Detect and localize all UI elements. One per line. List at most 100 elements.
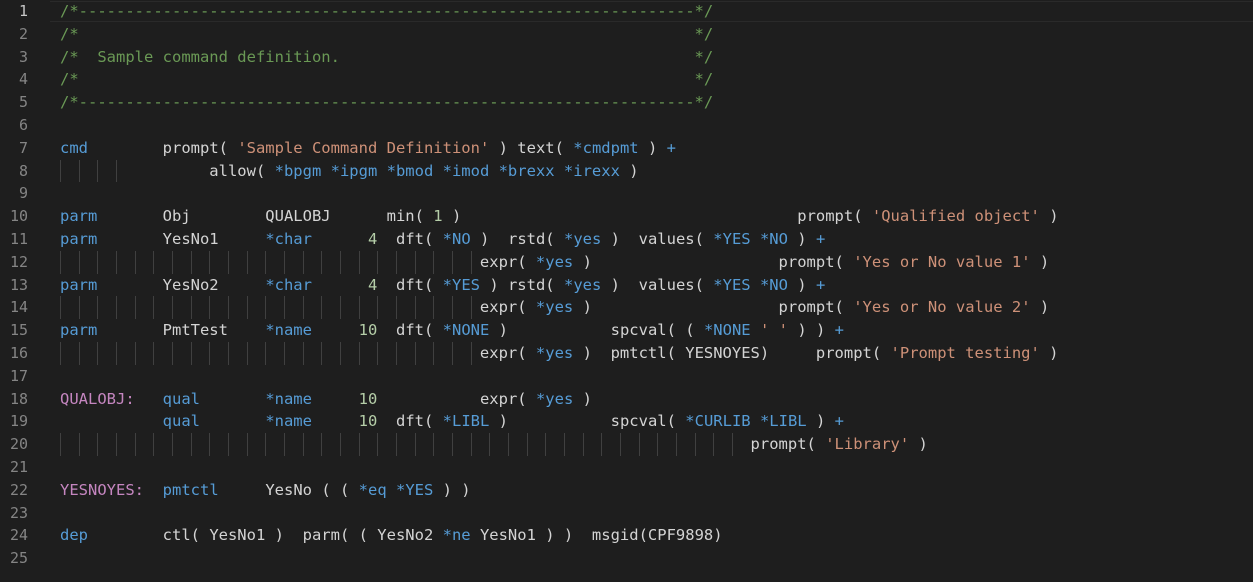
indent-guide bbox=[377, 342, 379, 365]
code-token: *LIBL bbox=[442, 412, 490, 431]
code-token: *name bbox=[265, 321, 312, 340]
code-line[interactable]: QUALOBJ: qual *name 10 expr( *yes ) bbox=[60, 388, 1059, 411]
line-number: 20 bbox=[9, 435, 28, 454]
code-token: ctl( YesNo1 ) parm( ( YesNo2 bbox=[88, 526, 443, 545]
code-token: *char bbox=[265, 275, 312, 294]
indent-guide bbox=[246, 342, 248, 365]
code-token: + bbox=[666, 138, 676, 157]
code-token: *bpgm *ipgm *bmod *imod *brexx *irexx bbox=[274, 161, 620, 180]
indent-guide bbox=[414, 250, 416, 274]
indent-guide bbox=[209, 342, 211, 365]
code-token: ) prompt( bbox=[573, 298, 854, 317]
code-line[interactable]: cmd prompt( 'Sample Command Definition' … bbox=[60, 137, 1059, 160]
code-token: *name bbox=[265, 389, 312, 408]
code-editor[interactable]: 1 2 3 4 5 6 7 8 9 10 11 12 13 14 15 16 17 18 19 20 21 22 23 24 2… bbox=[0, 0, 1253, 582]
code-line[interactable]: /* */ bbox=[60, 68, 1059, 91]
indent-guide bbox=[246, 433, 248, 456]
code-line[interactable]: parm YesNo2 *char 4 dft( *YES ) rstd( *y… bbox=[60, 274, 1059, 297]
indent-guide bbox=[227, 433, 229, 456]
indent-guide bbox=[358, 296, 360, 320]
indent-guide bbox=[265, 433, 267, 456]
indent-guide bbox=[209, 296, 211, 320]
code-line[interactable]: ​ bbox=[60, 502, 1059, 525]
line-number: 2 bbox=[18, 24, 28, 43]
indent-guide bbox=[657, 433, 659, 456]
code-line[interactable]: parm PmtTest *name 10 dft( *NONE ) spcva… bbox=[60, 319, 1059, 342]
indent-guide bbox=[283, 296, 285, 320]
code-line[interactable]: ​ bbox=[60, 182, 1059, 205]
code-token: ) bbox=[1030, 298, 1050, 317]
indent-guide bbox=[339, 433, 341, 456]
line-number: 21 bbox=[9, 457, 28, 476]
indent-guide bbox=[582, 433, 584, 456]
indent-guide bbox=[153, 433, 155, 456]
code-line[interactable]: /* Sample command definition. */ bbox=[60, 46, 1059, 69]
indent-guide bbox=[302, 250, 304, 274]
code-line[interactable]: qual *name 10 dft( *LIBL ) spcval( *CURL… bbox=[60, 410, 1059, 433]
code-line[interactable]: ​ bbox=[60, 365, 1059, 388]
indent-guide bbox=[451, 250, 453, 274]
code-token: expr( bbox=[60, 298, 536, 317]
code-line[interactable]: parm Obj QUALOBJ min( 1 ) prompt( 'Quali… bbox=[60, 205, 1059, 228]
line-number: 24 bbox=[9, 526, 28, 545]
code-token: *YES *NO bbox=[713, 275, 788, 294]
indent-guide bbox=[451, 296, 453, 320]
indent-guide bbox=[339, 342, 341, 365]
line-number: 17 bbox=[9, 366, 28, 385]
indent-guide bbox=[78, 250, 80, 274]
code-token: allow( bbox=[60, 161, 275, 180]
line-number: 5 bbox=[18, 93, 28, 112]
code-token: + bbox=[834, 412, 844, 431]
line-number: 1 bbox=[18, 2, 28, 20]
line-number: 7 bbox=[18, 138, 28, 157]
code-line[interactable]: /*--------------------------------------… bbox=[60, 91, 1059, 114]
code-token: *cmdpmt bbox=[573, 138, 639, 157]
indent-guide bbox=[283, 433, 285, 456]
code-token: ) bbox=[573, 389, 592, 408]
indent-guide bbox=[489, 433, 491, 456]
code-line[interactable]: /* */ bbox=[60, 23, 1059, 46]
indent-guide bbox=[507, 433, 509, 456]
code-line[interactable]: parm YesNo1 *char 4 dft( *NO ) rstd( *ye… bbox=[60, 228, 1059, 251]
code-line[interactable]: ​ bbox=[60, 456, 1059, 479]
indent-guide bbox=[377, 250, 379, 274]
indent-guide bbox=[358, 433, 360, 456]
code-token: *yes bbox=[563, 229, 602, 248]
code-token: ) bbox=[1039, 343, 1059, 362]
line-number: 12 bbox=[9, 252, 28, 271]
code-token: 4 bbox=[367, 229, 378, 248]
indent-guide bbox=[60, 433, 61, 456]
indent-guide bbox=[227, 296, 229, 320]
indent-guide bbox=[601, 433, 603, 456]
code-line[interactable]: ​ bbox=[60, 547, 1059, 570]
code-area[interactable]: /*--------------------------------------… bbox=[60, 0, 1059, 570]
code-token: prompt( bbox=[88, 138, 238, 157]
code-line[interactable]: /*--------------------------------------… bbox=[60, 0, 1059, 23]
code-line[interactable]: allow( *bpgm *ipgm *bmod *imod *brexx *i… bbox=[60, 160, 1059, 183]
code-token: expr( bbox=[377, 389, 536, 408]
code-token: dep bbox=[60, 526, 88, 545]
indent-guide bbox=[171, 296, 173, 320]
code-token: Obj QUALOBJ min( bbox=[97, 207, 434, 226]
code-token: *yes bbox=[563, 275, 602, 294]
indent-guide bbox=[433, 342, 435, 365]
code-line[interactable]: ​ bbox=[60, 114, 1059, 137]
indent-guide bbox=[190, 342, 192, 365]
code-token: *NONE bbox=[703, 321, 751, 340]
code-line[interactable]: dep ctl( YesNo1 ) parm( ( YesNo2 *ne Yes… bbox=[60, 524, 1059, 547]
code-token: expr( bbox=[60, 343, 536, 362]
line-number: 14 bbox=[9, 298, 28, 317]
line-number-gutter: 1 2 3 4 5 6 7 8 9 10 11 12 13 14 15 16 17 18 19 20 21 22 23 24 2… bbox=[0, 0, 40, 570]
code-line[interactable]: YESNOYES: pmtctl YesNo ( ( *eq *YES ) ) bbox=[60, 479, 1059, 502]
indent-guide bbox=[358, 342, 360, 365]
code-token: /*--------------------------------------… bbox=[60, 93, 714, 112]
indent-guide bbox=[209, 250, 211, 274]
code-token: YESNOYES: bbox=[60, 480, 144, 499]
indent-guide bbox=[451, 342, 453, 365]
code-token: /*--------------------------------------… bbox=[60, 2, 714, 20]
line-number: 22 bbox=[9, 480, 28, 499]
code-token: *YES *NO bbox=[713, 229, 788, 248]
line-number: 6 bbox=[18, 115, 28, 134]
